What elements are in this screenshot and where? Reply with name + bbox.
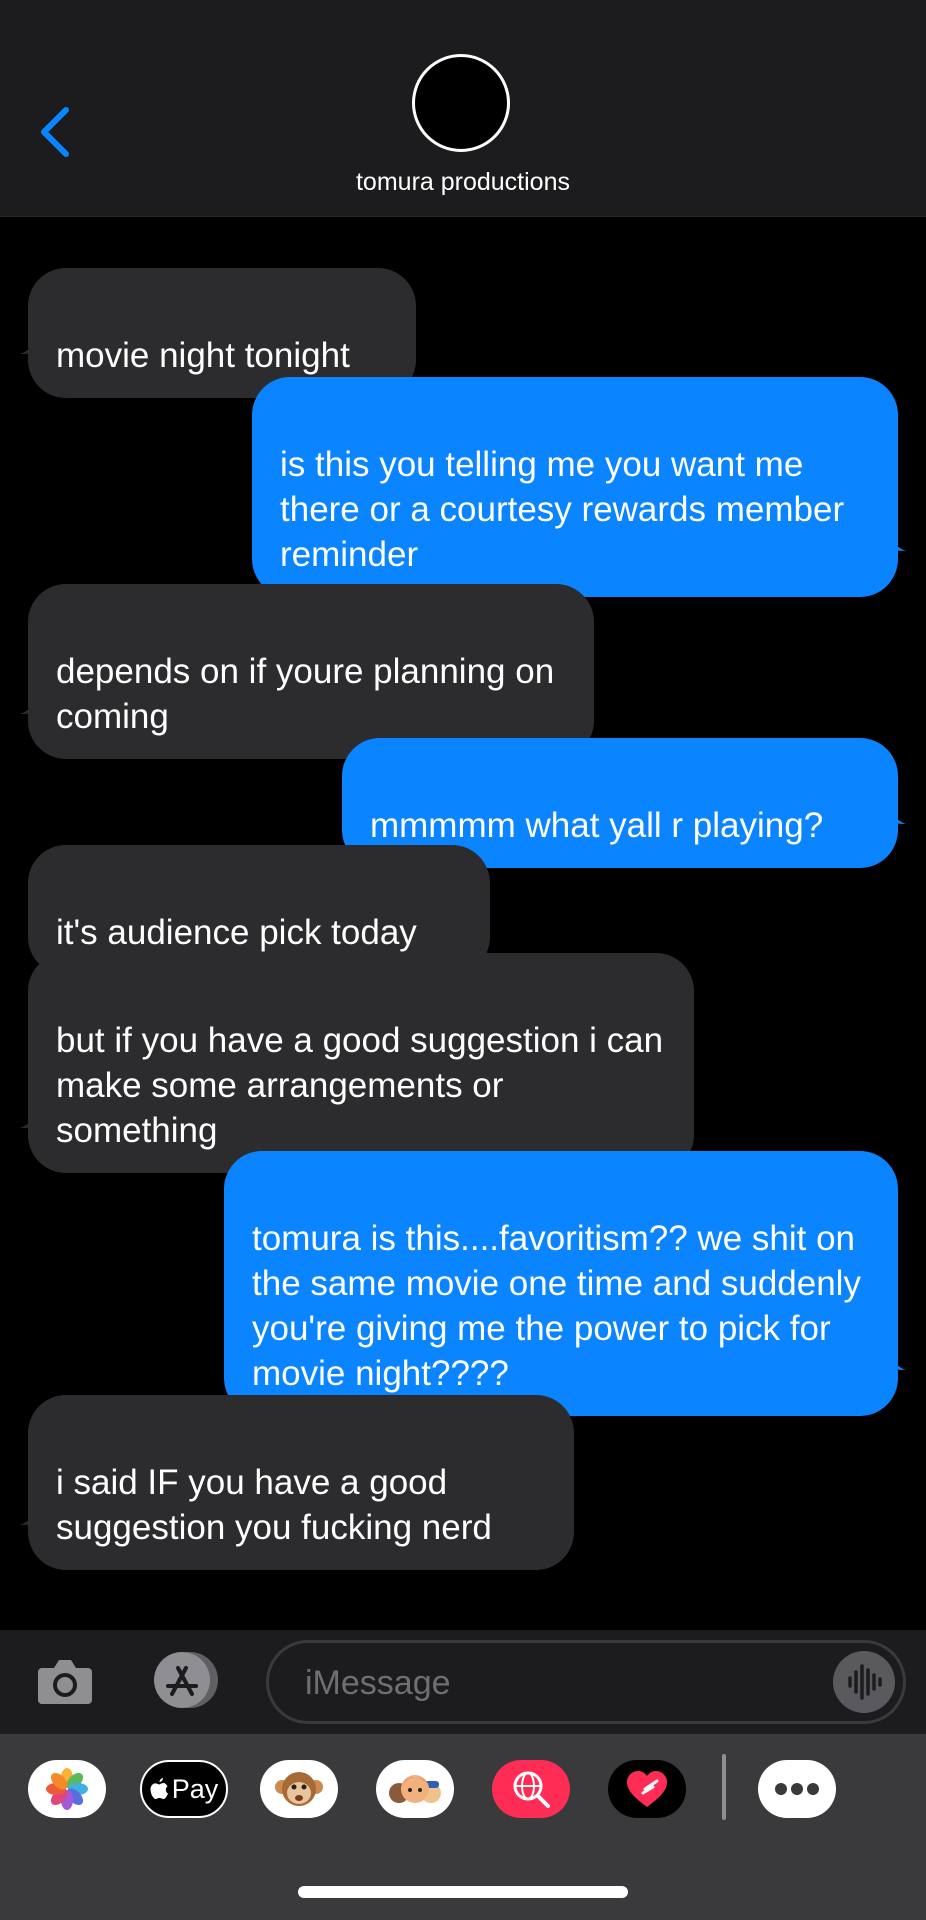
message-text: mmmmm what yall r playing? bbox=[370, 806, 824, 845]
imessage-input[interactable] bbox=[303, 1657, 807, 1709]
message-text: it's audience pick today bbox=[56, 913, 417, 952]
memoji-app[interactable] bbox=[376, 1760, 454, 1818]
photos-app[interactable] bbox=[28, 1760, 106, 1818]
app-store-icon[interactable] bbox=[148, 1650, 224, 1710]
app-drawer: Pay bbox=[0, 1734, 926, 1920]
apple-pay-icon bbox=[150, 1778, 168, 1799]
globe-search-icon bbox=[513, 1771, 550, 1808]
heart-icon bbox=[627, 1771, 667, 1807]
bubble-tail bbox=[868, 517, 906, 551]
camera-icon[interactable] bbox=[36, 1656, 94, 1706]
home-indicator[interactable] bbox=[298, 1886, 628, 1898]
more-icon bbox=[775, 1783, 819, 1795]
message-bubble-sent[interactable]: is this you telling me you want me there… bbox=[252, 377, 898, 597]
memoji-icon bbox=[389, 1775, 441, 1803]
message-text: but if you have a good suggestion i can … bbox=[56, 1021, 664, 1150]
digital-touch-app[interactable] bbox=[608, 1760, 686, 1818]
bubble-tail bbox=[20, 1094, 58, 1128]
message-text: i said IF you have a good suggestion you… bbox=[56, 1463, 492, 1547]
message-bubble-received[interactable]: i said IF you have a good suggestion you… bbox=[28, 1395, 574, 1570]
message-bubble-sent[interactable]: tomura is this....favoritism?? we shit o… bbox=[224, 1151, 898, 1416]
monkey-icon bbox=[275, 1772, 323, 1806]
message-text: movie night tonight bbox=[56, 336, 350, 375]
bubble-tail bbox=[20, 680, 58, 714]
composer-bar bbox=[0, 1630, 926, 1734]
animoji-app[interactable] bbox=[260, 1760, 338, 1818]
message-field bbox=[266, 1640, 906, 1724]
bubble-tail bbox=[868, 790, 906, 824]
audio-waveform-button[interactable] bbox=[833, 1651, 895, 1713]
avatar[interactable] bbox=[412, 54, 510, 152]
message-text: tomura is this....favoritism?? we shit o… bbox=[252, 1219, 861, 1393]
more-apps-button[interactable] bbox=[758, 1760, 836, 1818]
audio-waveform-icon bbox=[848, 1664, 882, 1700]
message-text: is this you telling me you want me there… bbox=[280, 445, 845, 574]
apple-pay-label: Pay bbox=[171, 1773, 219, 1804]
contact-name[interactable]: tomura productions bbox=[0, 168, 926, 197]
drawer-divider bbox=[722, 1754, 726, 1820]
images-search-app[interactable] bbox=[492, 1760, 570, 1818]
message-bubble-received[interactable]: depends on if youre planning on coming bbox=[28, 584, 594, 759]
chevron-left-icon[interactable] bbox=[36, 104, 76, 160]
bubble-tail bbox=[20, 1491, 58, 1525]
apple-pay-app[interactable]: Pay bbox=[140, 1760, 228, 1818]
message-text: depends on if youre planning on coming bbox=[56, 652, 555, 736]
message-bubble-received[interactable]: but if you have a good suggestion i can … bbox=[28, 953, 694, 1173]
bubble-tail bbox=[20, 320, 58, 354]
photos-icon bbox=[46, 1768, 88, 1810]
conversation-header: tomura productions bbox=[0, 0, 926, 217]
bubble-tail bbox=[868, 1336, 906, 1370]
